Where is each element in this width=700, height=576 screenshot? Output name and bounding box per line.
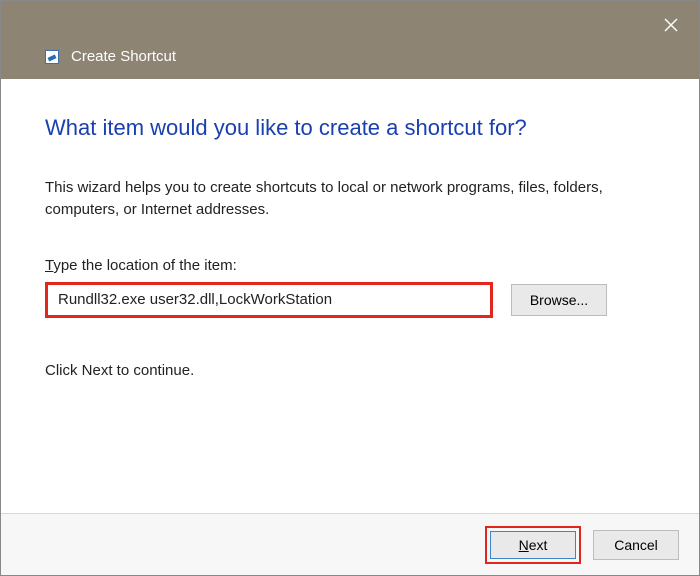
- cancel-button[interactable]: Cancel: [593, 530, 679, 560]
- location-row: Browse...: [45, 282, 655, 318]
- description-text: This wizard helps you to create shortcut…: [45, 177, 605, 221]
- next-button[interactable]: Next: [490, 531, 576, 559]
- browse-button[interactable]: Browse...: [511, 284, 607, 316]
- continue-text: Click Next to continue.: [45, 362, 655, 379]
- page-title: What item would you like to create a sho…: [45, 115, 655, 141]
- breadcrumb-text: Create Shortcut: [71, 48, 176, 65]
- location-label: Type the location of the item:: [45, 257, 655, 274]
- footer: Next Cancel: [1, 513, 699, 575]
- close-icon: [664, 18, 678, 32]
- next-highlight: Next: [485, 526, 581, 564]
- shortcut-icon: [45, 50, 59, 64]
- content-area: What item would you like to create a sho…: [1, 79, 699, 379]
- titlebar: Create Shortcut: [1, 1, 699, 79]
- breadcrumb: Create Shortcut: [45, 48, 176, 65]
- location-input[interactable]: [45, 282, 493, 318]
- close-button[interactable]: [655, 9, 687, 41]
